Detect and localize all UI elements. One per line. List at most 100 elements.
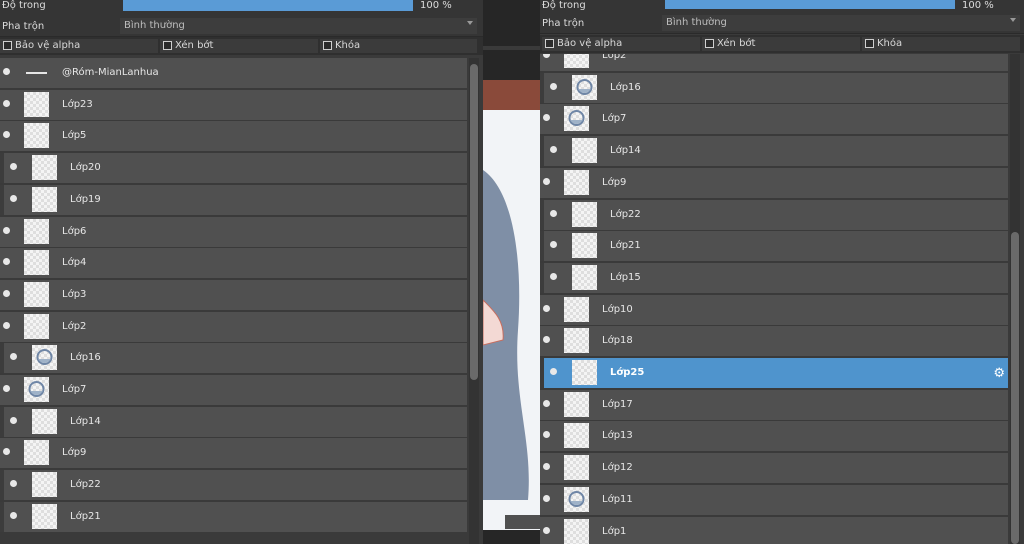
layer-thumbnail[interactable] (32, 472, 57, 498)
layer-thumbnail[interactable] (564, 54, 589, 68)
visibility-toggle-icon[interactable] (3, 99, 10, 107)
visibility-toggle-icon[interactable] (3, 385, 10, 392)
blend-mode-dropdown[interactable]: Bình thường (120, 18, 477, 34)
layer-thumbnail[interactable] (32, 186, 57, 212)
visibility-toggle-icon[interactable] (543, 54, 550, 58)
layer-row[interactable]: Lớp6 (0, 216, 467, 248)
layer-row[interactable]: Lớp25 ⚙ (540, 358, 1008, 389)
visibility-toggle-icon[interactable] (543, 336, 550, 344)
canvas-area[interactable] (483, 0, 540, 544)
layer-thumbnail[interactable] (24, 313, 49, 339)
layer-thumbnail[interactable] (24, 218, 49, 244)
layer-row[interactable]: Lớp1 (540, 516, 1008, 544)
layer-row[interactable]: Lớp21 (540, 231, 1008, 263)
layer-thumbnail[interactable] (572, 360, 597, 385)
visibility-toggle-icon[interactable] (3, 68, 10, 75)
layer-thumbnail[interactable] (564, 296, 589, 322)
visibility-toggle-icon[interactable] (10, 480, 17, 488)
visibility-toggle-icon[interactable] (3, 258, 10, 266)
visibility-toggle-icon[interactable] (550, 209, 557, 217)
clipping-checkbox[interactable]: Xén bớt (702, 37, 860, 51)
visibility-toggle-icon[interactable] (550, 272, 557, 280)
layer-thumbnail[interactable] (24, 60, 49, 85)
layer-list-scrollbar[interactable] (1010, 54, 1020, 544)
layer-row[interactable]: Lớp16 (540, 72, 1008, 104)
lock-checkbox[interactable]: Khóa (862, 37, 1020, 51)
visibility-toggle-icon[interactable] (550, 241, 557, 249)
layer-row[interactable]: Lớp20 (0, 153, 467, 185)
layer-row[interactable]: Lớp2 (0, 311, 467, 343)
layer-row[interactable]: Lớp23 (0, 89, 467, 121)
layer-list-scrollbar[interactable] (469, 58, 479, 544)
layer-thumbnail[interactable] (564, 106, 589, 132)
layer-thumbnail[interactable] (24, 281, 49, 307)
opacity-slider[interactable] (123, 0, 413, 11)
layer-thumbnail[interactable] (24, 123, 49, 149)
layer-thumbnail[interactable] (564, 486, 589, 512)
protect-alpha-checkbox[interactable]: Bảo vệ alpha (542, 37, 700, 51)
layer-row[interactable]: Lớp14 (540, 136, 1008, 168)
layer-thumbnail[interactable] (24, 250, 49, 276)
layer-row[interactable]: Lớp9 (0, 438, 467, 470)
layer-row[interactable]: Lớp10 (540, 294, 1008, 326)
visibility-toggle-icon[interactable] (3, 289, 10, 297)
lock-checkbox[interactable]: Khóa (320, 39, 477, 53)
layer-thumbnail[interactable] (572, 138, 597, 164)
visibility-toggle-icon[interactable] (10, 416, 17, 424)
layer-thumbnail[interactable] (24, 377, 49, 402)
layer-row[interactable]: Lớp18 (540, 326, 1008, 358)
layer-thumbnail[interactable] (564, 328, 589, 354)
layer-row[interactable]: Lớp22 (540, 199, 1008, 231)
visibility-toggle-icon[interactable] (10, 194, 17, 202)
layer-row[interactable]: Lớp11 (540, 484, 1008, 516)
visibility-toggle-icon[interactable] (543, 304, 550, 312)
visibility-toggle-icon[interactable] (10, 353, 17, 361)
layer-thumbnail[interactable] (24, 440, 49, 466)
visibility-toggle-icon[interactable] (543, 526, 550, 534)
layer-thumbnail[interactable] (564, 169, 589, 195)
layer-row[interactable]: Lớp21 (0, 501, 467, 533)
visibility-toggle-icon[interactable] (550, 368, 557, 375)
layer-thumbnail[interactable] (572, 201, 597, 227)
layer-thumbnail[interactable] (564, 391, 589, 417)
layer-row[interactable]: Lớp16 (0, 343, 467, 375)
layer-thumbnail[interactable] (572, 233, 597, 259)
layer-row[interactable]: Lớp4 (0, 248, 467, 280)
layer-row[interactable]: Lớp19 (0, 184, 467, 216)
gear-icon[interactable]: ⚙ (993, 366, 1005, 381)
visibility-toggle-icon[interactable] (10, 163, 17, 171)
layer-row[interactable]: Lớp7 (540, 104, 1008, 136)
layer-row[interactable]: @Róm-MianLanhua (0, 58, 467, 89)
layer-thumbnail[interactable] (572, 264, 597, 290)
layer-row[interactable]: Lớp14 (0, 406, 467, 438)
layer-thumbnail[interactable] (32, 503, 57, 529)
layer-row[interactable]: Lớp12 (540, 453, 1008, 485)
visibility-toggle-icon[interactable] (543, 114, 550, 122)
visibility-toggle-icon[interactable] (543, 431, 550, 439)
visibility-toggle-icon[interactable] (550, 146, 557, 154)
visibility-toggle-icon[interactable] (3, 226, 10, 234)
layer-row[interactable]: Lớp15 (540, 262, 1008, 294)
layer-thumbnail[interactable] (572, 74, 597, 100)
layer-row[interactable]: Lớp22 (0, 470, 467, 502)
layer-row[interactable]: Lớp9 (540, 167, 1008, 199)
layer-thumbnail[interactable] (32, 408, 57, 434)
visibility-toggle-icon[interactable] (543, 463, 550, 471)
layer-row[interactable]: Lớp7 (0, 375, 467, 406)
layer-row[interactable]: Lớp3 (0, 279, 467, 311)
opacity-slider[interactable] (665, 0, 955, 9)
layer-row[interactable]: Lớp13 (540, 421, 1008, 453)
scrollbar-thumb[interactable] (470, 64, 478, 380)
layer-thumbnail[interactable] (564, 518, 589, 544)
scrollbar-thumb[interactable] (1011, 232, 1019, 544)
clipping-checkbox[interactable]: Xén bớt (160, 39, 318, 53)
layer-row[interactable]: Lớp2 (540, 54, 1008, 72)
visibility-toggle-icon[interactable] (543, 494, 550, 502)
visibility-toggle-icon[interactable] (10, 511, 17, 519)
layer-thumbnail[interactable] (564, 423, 589, 449)
visibility-toggle-icon[interactable] (543, 399, 550, 407)
visibility-toggle-icon[interactable] (3, 321, 10, 329)
layer-row[interactable]: Lớp17 (540, 389, 1008, 421)
visibility-toggle-icon[interactable] (3, 131, 10, 139)
protect-alpha-checkbox[interactable]: Bảo vệ alpha (0, 39, 158, 53)
